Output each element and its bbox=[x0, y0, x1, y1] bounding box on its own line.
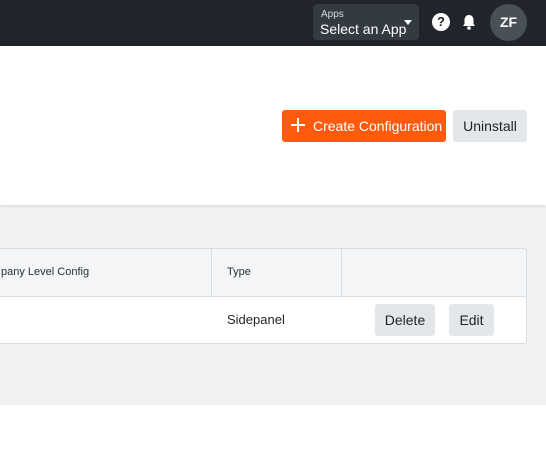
create-configuration-label: Create Configuration bbox=[313, 118, 443, 134]
table-header: pany Level Config Type bbox=[0, 249, 526, 297]
bell-icon[interactable] bbox=[460, 13, 478, 31]
app-selector-caption: Apps bbox=[321, 9, 344, 20]
column-divider bbox=[211, 249, 212, 296]
column-divider bbox=[341, 249, 342, 296]
page-header: Create Configuration Uninstall bbox=[0, 46, 546, 205]
help-icon[interactable]: ? bbox=[432, 13, 450, 31]
create-configuration-button[interactable]: Create Configuration bbox=[282, 110, 446, 142]
content-area: pany Level Config Type Sidepanel Delete … bbox=[0, 205, 546, 405]
delete-button[interactable]: Delete bbox=[375, 304, 435, 336]
uninstall-button[interactable]: Uninstall bbox=[453, 110, 527, 142]
table-row: Sidepanel Delete Edit bbox=[0, 297, 526, 343]
app-selector-value: Select an App bbox=[320, 21, 407, 37]
edit-button[interactable]: Edit bbox=[449, 304, 494, 336]
chevron-down-icon bbox=[404, 20, 412, 25]
cell-type: Sidepanel bbox=[227, 312, 285, 327]
plus-icon bbox=[291, 118, 305, 132]
app-selector-dropdown[interactable]: Apps Select an App bbox=[313, 4, 419, 40]
column-header-type: Type bbox=[227, 266, 251, 278]
column-header-level-config: pany Level Config bbox=[1, 266, 90, 278]
top-navigation-bar: Apps Select an App ? ZF bbox=[0, 0, 546, 46]
configurations-table: pany Level Config Type Sidepanel Delete … bbox=[0, 248, 527, 344]
user-avatar[interactable]: ZF bbox=[490, 4, 527, 41]
